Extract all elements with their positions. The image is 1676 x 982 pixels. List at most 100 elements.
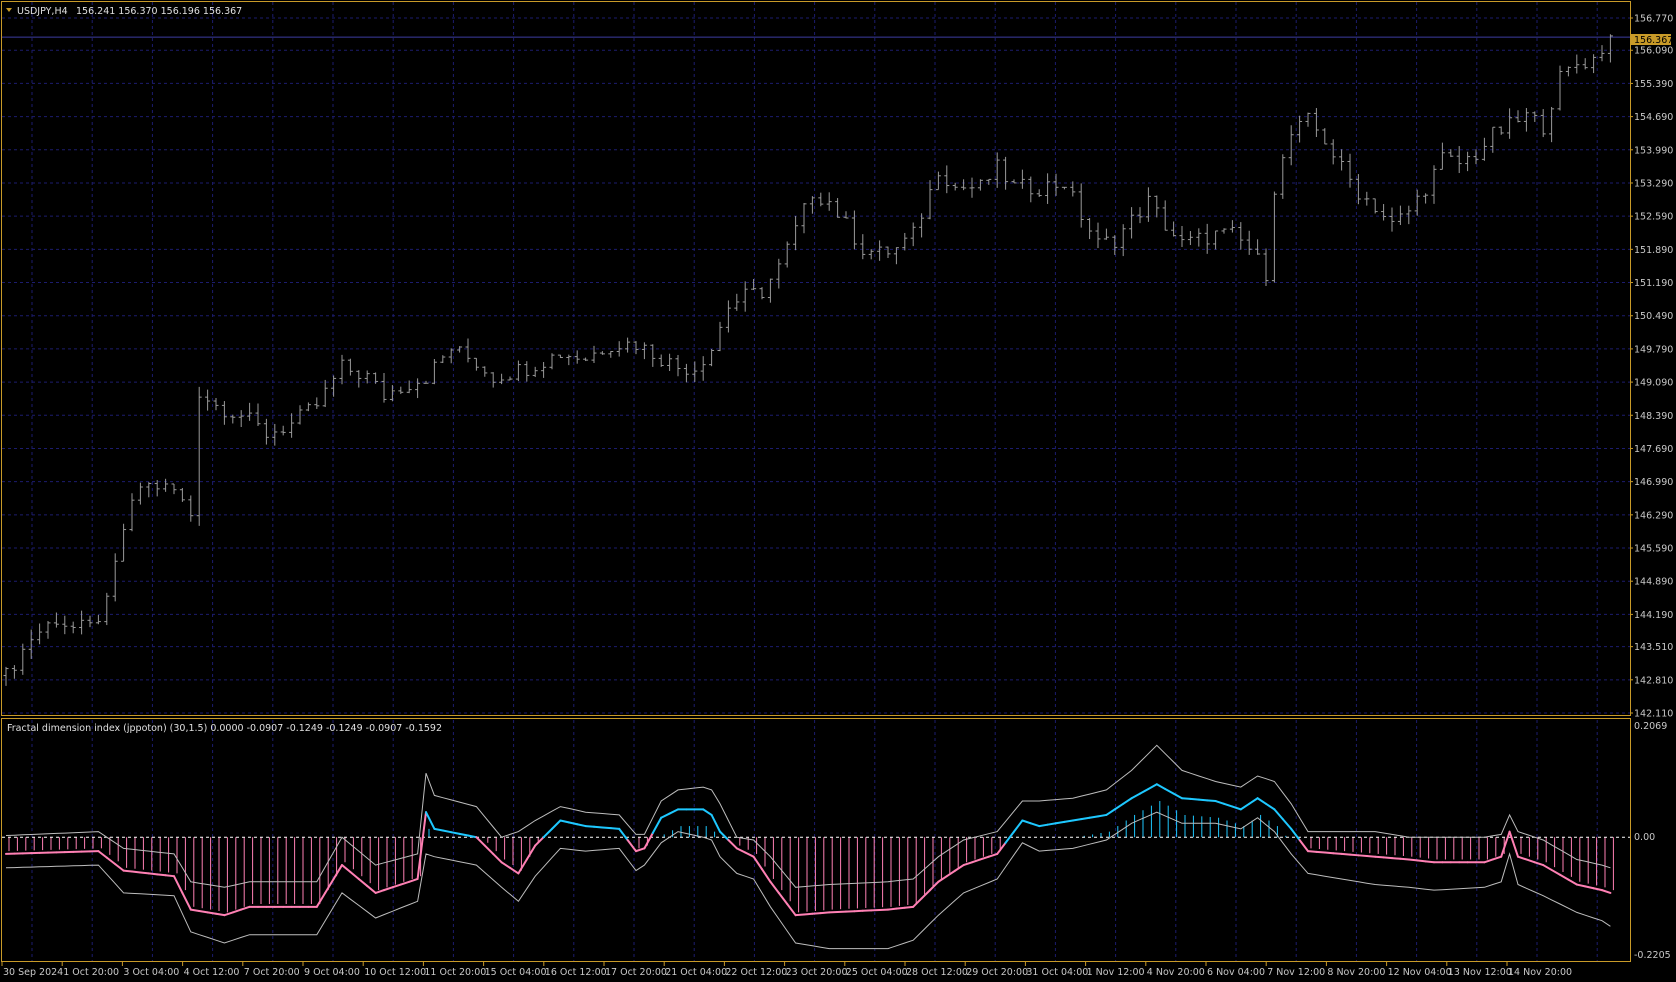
price-tick-label: 153.990 bbox=[1634, 145, 1673, 156]
time-tick-label: 12 Nov 04:00 bbox=[1388, 967, 1452, 978]
fdi-line-segment bbox=[1391, 857, 1402, 860]
fdi-line-segment bbox=[139, 871, 150, 875]
price-tick-label: 152.590 bbox=[1634, 212, 1673, 223]
price-tick-label: 146.990 bbox=[1634, 477, 1673, 488]
time-tick-label: 4 Oct 12:00 bbox=[184, 967, 240, 978]
time-tick-label: 28 Oct 12:00 bbox=[906, 967, 968, 978]
time-tick-label: 25 Oct 04:00 bbox=[846, 967, 908, 978]
fdi-line-segment bbox=[1340, 852, 1351, 856]
fdi-line-segment bbox=[1399, 857, 1410, 861]
fdi-line-segment bbox=[601, 826, 612, 830]
fdi-line-segment bbox=[1374, 855, 1385, 859]
price-tick-label: 156.090 bbox=[1634, 46, 1673, 57]
fdi-line-segment bbox=[122, 869, 133, 873]
price-tick-label: 146.290 bbox=[1634, 510, 1673, 521]
price-tick-label: 149.790 bbox=[1634, 344, 1673, 355]
fdi-line-segment bbox=[1349, 853, 1360, 857]
price-tick-label: 145.590 bbox=[1634, 544, 1673, 555]
fdi-line-segment bbox=[189, 908, 201, 912]
fdi-line-segment bbox=[803, 912, 814, 916]
fdi-line-segment bbox=[903, 905, 915, 909]
fdi-line-segment bbox=[794, 913, 805, 917]
price-tick-label: 142.110 bbox=[1634, 709, 1673, 720]
time-tick-label: 10 Oct 12:00 bbox=[364, 967, 426, 978]
fdi-line-segment bbox=[1365, 855, 1377, 858]
time-tick-label: 11 Oct 20:00 bbox=[424, 967, 486, 978]
fdi-line-segment bbox=[1357, 854, 1368, 858]
price-tick-label: 150.490 bbox=[1634, 311, 1673, 322]
time-tick-label: 30 Sep 2024 bbox=[3, 967, 63, 978]
fdi-line-segment bbox=[1071, 818, 1083, 822]
price-tick-label: 156.770 bbox=[1634, 14, 1673, 25]
fdi-line-segment bbox=[811, 912, 822, 915]
price-tick-label: 147.690 bbox=[1634, 444, 1673, 455]
time-tick-label: 23 Oct 20:00 bbox=[786, 967, 848, 978]
time-tick-label: 9 Oct 04:00 bbox=[304, 967, 360, 978]
indicator-max-label: 0.2069 bbox=[1634, 721, 1667, 732]
fdi-line-segment bbox=[1181, 797, 1192, 800]
time-tick-label: 29 Oct 20:00 bbox=[966, 967, 1028, 978]
price-tick-label: 151.190 bbox=[1634, 278, 1673, 289]
fdi-line-segment bbox=[819, 911, 831, 915]
price-tick-label: 144.890 bbox=[1634, 577, 1673, 588]
time-tick-label: 21 Oct 04:00 bbox=[665, 967, 727, 978]
fdi-line-segment bbox=[1332, 852, 1343, 855]
price-tick-label: 148.390 bbox=[1634, 411, 1673, 422]
fdi-line-segment bbox=[1055, 820, 1066, 825]
price-tick-label: 142.810 bbox=[1634, 675, 1673, 686]
time-tick-label: 14 Nov 20:00 bbox=[1508, 967, 1572, 978]
trading-chart-window[interactable]: USDJPY,H4 156.241 156.370 156.196 156.36… bbox=[0, 0, 1676, 982]
indicator-title: Fractal dimension index (jppoton) (30,1.… bbox=[7, 723, 442, 734]
time-tick-label: 17 Oct 20:00 bbox=[605, 967, 667, 978]
symbol-label: USDJPY,H4 bbox=[17, 6, 68, 17]
price-tick-label: 149.090 bbox=[1634, 378, 1673, 389]
time-tick-label: 6 Nov 04:00 bbox=[1207, 967, 1265, 978]
fdi-line-segment bbox=[1046, 822, 1057, 826]
fdi-line-segment bbox=[1382, 856, 1393, 860]
time-tick-label: 3 Oct 04:00 bbox=[123, 967, 179, 978]
fdi-line-segment bbox=[206, 911, 217, 915]
time-tick-label: 4 Nov 20:00 bbox=[1147, 967, 1205, 978]
time-tick-label: 8 Nov 20:00 bbox=[1327, 967, 1385, 978]
time-tick-label: 1 Nov 12:00 bbox=[1087, 967, 1145, 978]
price-tick-label: 151.890 bbox=[1634, 245, 1673, 256]
indicator-min-label: -0.2205 bbox=[1634, 950, 1671, 961]
fdi-line-segment bbox=[1424, 860, 1435, 864]
price-tick-label: 143.510 bbox=[1634, 642, 1673, 653]
fdi-line-segment bbox=[1407, 858, 1419, 862]
time-tick-label: 15 Oct 04:00 bbox=[485, 967, 547, 978]
fdi-line-segment bbox=[584, 825, 595, 828]
fdi-line-segment bbox=[1189, 797, 1200, 801]
fdi-line-segment bbox=[1307, 850, 1318, 853]
ohlc-readout: 156.241 156.370 156.196 156.367 bbox=[76, 6, 242, 17]
time-tick-label: 31 Oct 04:00 bbox=[1026, 967, 1088, 978]
fdi-line-segment bbox=[198, 909, 209, 914]
indicator-zero-label: 0.00 bbox=[1634, 832, 1655, 843]
fdi-line-segment bbox=[1416, 859, 1427, 863]
fdi-line-segment bbox=[1063, 819, 1074, 823]
price-tick-label: 153.290 bbox=[1634, 178, 1673, 189]
fdi-line-segment bbox=[887, 907, 898, 911]
fdi-line-segment bbox=[164, 874, 175, 878]
fdi-line-segment bbox=[1097, 813, 1108, 818]
fdi-line-segment bbox=[1038, 823, 1049, 828]
fdi-line-segment bbox=[895, 906, 906, 910]
time-tick-label: 13 Nov 12:00 bbox=[1448, 967, 1512, 978]
time-tick-label: 1 Oct 20:00 bbox=[63, 967, 119, 978]
fdi-line-segment bbox=[1315, 850, 1326, 854]
fdi-line-segment bbox=[147, 872, 159, 876]
chart-background bbox=[0, 0, 1676, 982]
fdi-line-segment bbox=[1080, 816, 1091, 821]
fdi-line-segment bbox=[1197, 798, 1209, 802]
time-tick-label: 22 Oct 12:00 bbox=[725, 967, 787, 978]
price-tick-label: 154.690 bbox=[1634, 112, 1673, 123]
price-tick-label: 144.190 bbox=[1634, 610, 1673, 621]
time-tick-label: 16 Oct 12:00 bbox=[545, 967, 607, 978]
fdi-line-segment bbox=[593, 825, 604, 829]
time-tick-label: 7 Oct 20:00 bbox=[244, 967, 300, 978]
time-tick-label: 7 Nov 12:00 bbox=[1267, 967, 1325, 978]
fdi-line-segment bbox=[215, 912, 226, 917]
fdi-line-segment bbox=[131, 870, 142, 874]
fdi-line-segment bbox=[156, 873, 167, 877]
price-tick-label: 155.390 bbox=[1634, 79, 1673, 90]
